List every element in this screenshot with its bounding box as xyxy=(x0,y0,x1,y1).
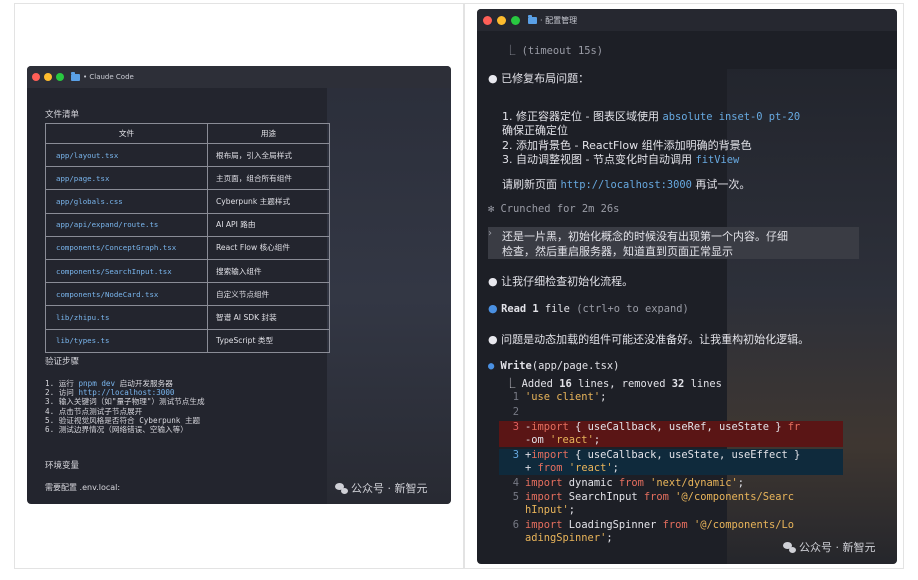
wechat-icon xyxy=(783,541,796,553)
diff-line: 1'use client'; xyxy=(512,391,607,403)
table-row: app/page.tsx 主页面，组合所有组件 xyxy=(45,166,330,191)
files-heading: 文件清单 xyxy=(45,110,80,120)
table-row: components/ConceptGraph.tsx React Flow 核心… xyxy=(45,235,330,260)
table-row: app/globals.css Cyberpunk 主题样式 xyxy=(45,189,330,214)
diff-line: 3 +import { useCallback, useState, useEff… xyxy=(499,449,843,462)
diff-line: 2 xyxy=(512,406,519,418)
window-title: • Claude Code xyxy=(83,73,134,81)
steps-list: 1. 运行 pnpm dev 启动开发服务器 2. 访问 http://local… xyxy=(45,379,205,434)
files-table: 文件 用途 app/layout.tsx 根布局，引入全局样式 app/page.t… xyxy=(45,123,330,353)
bullet-icon: ● xyxy=(488,333,498,346)
maximize-dot-icon[interactable] xyxy=(56,73,64,81)
file-path-cell: app/page.tsx xyxy=(45,166,208,191)
tool-bullet-icon: ● xyxy=(488,302,498,315)
table-header-file: 文件 xyxy=(45,123,208,144)
maximize-dot-icon[interactable] xyxy=(511,15,520,25)
step-item: 5. 验证视觉风格是否符合 Cyberpunk 主题 xyxy=(45,415,201,425)
file-purpose-cell: 根布局，引入全局样式 xyxy=(207,142,330,168)
step-item: 6. 测试边界情况（网络错误、空输入等） xyxy=(45,425,188,435)
file-purpose-cell: 搜索输入组件 xyxy=(207,258,330,284)
added-line: ⎿ Added 16 lines, removed 32 lines xyxy=(505,378,722,390)
table-row: app/api/expand/route.ts AI API 路由 xyxy=(45,212,330,237)
right-terminal-window: · 配置管理 ⎿ (timeout 15s) ● 已修复布局问题： 1. 修正容… xyxy=(477,9,897,564)
env-line: 需要配置 .env.local: xyxy=(45,483,121,492)
left-terminal-window: • Claude Code 文件清单 文件 用途 app/layout.tsx 根… xyxy=(27,66,451,504)
left-titlebar: • Claude Code xyxy=(27,66,451,88)
user-message-line-2: 检查，然后重启服务器，知道直到页面正常显示 xyxy=(502,245,733,258)
folder-icon xyxy=(71,71,80,81)
file-purpose-cell: AI API 路由 xyxy=(207,212,330,237)
file-path-cell: components/NodeCard.tsx xyxy=(45,282,208,307)
user-message-line-1: 还是一片黑，初始化概念的时候没有出现第一个内容。仔细 xyxy=(502,230,788,243)
tool-bullet-icon: ● xyxy=(488,360,495,372)
read-line[interactable]: ● Read 1 file (ctrl+o to expand) xyxy=(488,302,689,315)
user-message-marker: › xyxy=(488,228,492,239)
watermark: 公众号 · 新智元 xyxy=(783,539,876,555)
folder-icon xyxy=(528,14,537,24)
table-header-purpose: 用途 xyxy=(207,123,330,144)
file-path-cell: app/api/expand/route.ts xyxy=(45,212,208,237)
file-purpose-cell: Cyberpunk 主题样式 xyxy=(207,189,330,214)
file-purpose-cell: 主页面，组合所有组件 xyxy=(207,166,330,191)
diff-line: hInput'; xyxy=(525,504,576,516)
window-title: · 配置管理 xyxy=(540,15,578,25)
crunched-line: ✻ Crunched for 2m 26s xyxy=(488,203,620,215)
watermark: 公众号 · 新智元 xyxy=(335,480,428,496)
table-row: components/NodeCard.tsx 自定义节点组件 xyxy=(45,282,330,307)
problem-line: ● 问题是动态加载的组件可能还没准备好。让我重构初始化逻辑。 xyxy=(488,333,810,346)
fix-item: 确保正确定位 xyxy=(502,124,568,137)
file-path-cell: components/SearchInput.tsx xyxy=(45,258,208,284)
file-path-cell: app/globals.css xyxy=(45,189,208,214)
file-purpose-cell: 智谱 AI SDK 封装 xyxy=(207,305,330,330)
file-path-cell: lib/zhipu.ts xyxy=(45,305,208,330)
bullet-icon: ● xyxy=(488,275,498,288)
step-item: 4. 点击节点测试子节点展开 xyxy=(45,406,143,416)
wechat-icon xyxy=(335,482,348,494)
minimize-dot-icon[interactable] xyxy=(497,15,506,25)
fixed-heading: ● 已修复布局问题： xyxy=(488,72,590,85)
fix-item: 3. 自动调整视图 - 节点变化时自动调用 fitView xyxy=(502,153,740,166)
file-purpose-cell: TypeScript 类型 xyxy=(207,328,330,353)
steps-heading: 验证步骤 xyxy=(45,357,80,367)
table-row: app/layout.tsx 根布局，引入全局样式 xyxy=(45,142,330,168)
table-row: lib/types.ts TypeScript 类型 xyxy=(45,328,330,353)
close-dot-icon[interactable] xyxy=(32,73,40,81)
table-row: components/SearchInput.tsx 搜索输入组件 xyxy=(45,258,330,284)
file-path-cell: app/layout.tsx xyxy=(45,142,208,168)
close-dot-icon[interactable] xyxy=(483,15,492,25)
diff-line: 5 import SearchInput from '@/components/S… xyxy=(512,491,795,503)
write-line[interactable]: ● Write(app/page.tsx) xyxy=(488,360,619,372)
check-line: ● 让我仔细检查初始化流程。 xyxy=(488,275,634,288)
timeout-line: ⎿ (timeout 15s) xyxy=(505,45,603,57)
env-heading: 环境变量 xyxy=(45,461,80,471)
table-row: lib/zhipu.ts 智谱 AI SDK 封装 xyxy=(45,305,330,330)
refresh-line: 请刷新页面 http://localhost:3000 再试一次。 xyxy=(502,178,751,191)
file-path-cell: components/ConceptGraph.tsx xyxy=(45,235,208,260)
diff-line: 4 import dynamic from 'next/dynamic'; xyxy=(512,477,745,489)
diff-line: -om 'react'; xyxy=(499,434,843,447)
diff-line: 3 -import { useCallback, useRef, useState… xyxy=(499,421,843,434)
diff-line: 6 import LoadingSpinner from '@/component… xyxy=(512,519,795,531)
minimize-dot-icon[interactable] xyxy=(44,73,52,81)
right-titlebar: · 配置管理 xyxy=(477,9,897,31)
diff-line: + from 'react'; xyxy=(499,462,843,475)
file-path-cell: lib/types.ts xyxy=(45,328,208,353)
bullet-icon: ● xyxy=(488,72,498,85)
file-purpose-cell: React Flow 核心组件 xyxy=(207,235,330,260)
file-purpose-cell: 自定义节点组件 xyxy=(207,282,330,307)
step-item: 1. 运行 pnpm dev 启动开发服务器 xyxy=(45,379,173,388)
step-item: 3. 输入关键词（如"量子物理"）测试节点生成 xyxy=(45,397,205,407)
